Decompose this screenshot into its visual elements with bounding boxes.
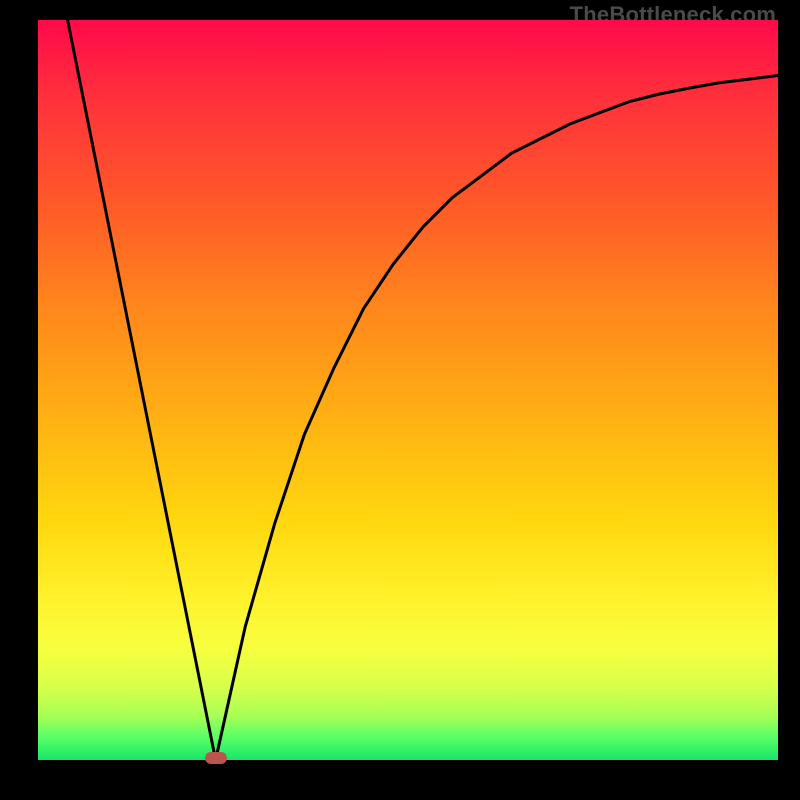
bottleneck-curve bbox=[38, 20, 778, 760]
curve-path bbox=[68, 20, 778, 760]
chart-frame: TheBottleneck.com bbox=[0, 0, 800, 800]
minimum-marker bbox=[205, 752, 227, 764]
plot-area bbox=[38, 20, 778, 760]
